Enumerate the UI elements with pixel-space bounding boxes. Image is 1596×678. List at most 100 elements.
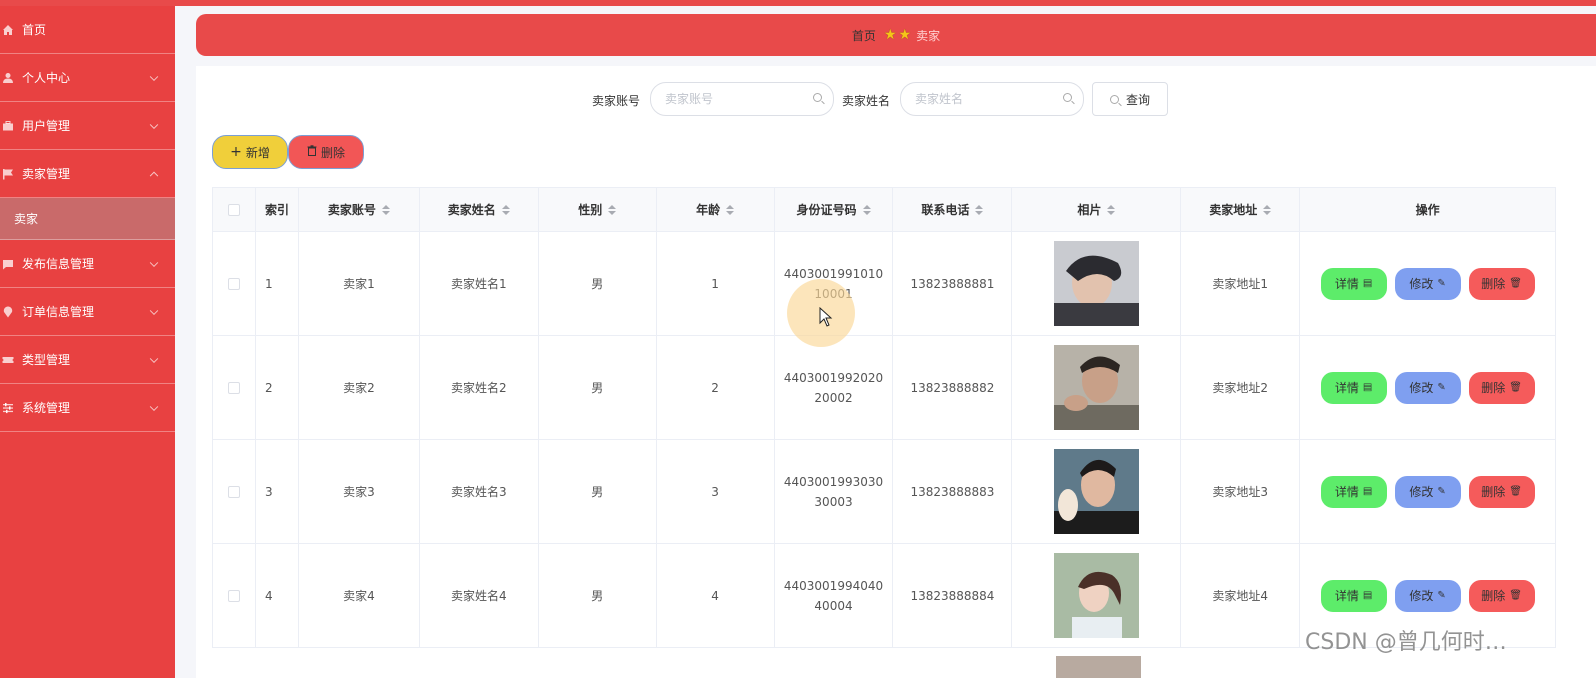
delete-button[interactable]: 删除 🗑 <box>1468 475 1535 508</box>
detail-button[interactable]: 详情 ▤ <box>1320 475 1387 508</box>
delete-button[interactable]: 删除 🗑 <box>1468 267 1535 300</box>
sort-icon[interactable] <box>501 204 510 215</box>
row-checkbox-cell <box>213 232 256 335</box>
sidebar-item-system-management[interactable]: 系统管理 <box>0 384 175 432</box>
header-address[interactable]: 卖家地址 <box>1181 188 1301 231</box>
pencil-icon: ✎ <box>1437 485 1446 497</box>
header-name[interactable]: 卖家姓名 <box>420 188 539 231</box>
detail-button[interactable]: 详情 ▤ <box>1320 579 1387 612</box>
sidebar-item-order-info-management[interactable]: 订单信息管理 <box>0 288 175 336</box>
detail-button[interactable]: 详情 ▤ <box>1320 371 1387 404</box>
cell-name: 卖家姓名2 <box>420 336 539 439</box>
sidebar-subitem-seller[interactable]: 卖家 <box>0 198 175 240</box>
header-account[interactable]: 卖家账号 <box>299 188 420 231</box>
batch-delete-button[interactable]: 删除 <box>288 135 364 169</box>
cell-id-number: 440300199202020002 <box>775 336 894 439</box>
cell-sex: 男 <box>539 440 657 543</box>
cell-address: 卖家地址2 <box>1181 336 1301 439</box>
sidebar-item-home[interactable]: 首页 <box>0 6 175 54</box>
edit-button[interactable]: 修改 ✎ <box>1394 371 1461 404</box>
sort-icon[interactable] <box>1107 204 1116 215</box>
breadcrumb-home[interactable]: 首页 <box>852 27 876 44</box>
select-all-checkbox[interactable] <box>227 203 240 216</box>
detail-button[interactable]: 详情 ▤ <box>1320 267 1387 300</box>
sort-icon[interactable] <box>608 204 617 215</box>
sidebar-item-label: 类型管理 <box>22 353 71 367</box>
cell-photo <box>1012 544 1182 647</box>
table-header-row: 索引 卖家账号 卖家姓名 性别 年龄 身份证号码 联系电话 相片 卖家地址 操作 <box>213 188 1556 232</box>
header-id-number[interactable]: 身份证号码 <box>775 188 894 231</box>
sidebar-item-label: 卖家管理 <box>22 167 71 181</box>
sort-icon[interactable] <box>862 204 871 215</box>
id-number-text: 440300199303030003 <box>783 474 884 509</box>
chevron-down-icon <box>149 258 159 267</box>
delete-button[interactable]: 删除 🗑 <box>1468 371 1535 404</box>
edit-button[interactable]: 修改 ✎ <box>1394 579 1461 612</box>
add-button[interactable]: + 新增 <box>212 135 288 169</box>
sidebar-item-publish-info-management[interactable]: 发布信息管理 <box>0 240 175 288</box>
query-button[interactable]: 查询 <box>1092 82 1168 116</box>
delete-button[interactable]: 删除 🗑 <box>1468 579 1535 612</box>
row-checkbox[interactable] <box>227 381 240 394</box>
delete-label: 删除 <box>1481 380 1506 395</box>
header-actions: 操作 <box>1300 188 1556 231</box>
header-photo[interactable]: 相片 <box>1012 188 1182 231</box>
pencil-icon: ✎ <box>1437 589 1446 601</box>
cell-phone: 13823888884 <box>893 544 1013 647</box>
sort-icon[interactable] <box>1263 204 1272 215</box>
header-index: 索引 <box>256 188 299 231</box>
sidebar-item-user-management[interactable]: 用户管理 <box>0 102 175 150</box>
id-number-text: 440300199404040004 <box>783 578 884 613</box>
row-checkbox[interactable] <box>227 277 240 290</box>
detail-label: 详情 <box>1334 380 1359 395</box>
edit-label: 修改 <box>1409 588 1434 603</box>
sort-icon[interactable] <box>975 204 984 215</box>
cell-account: 卖家2 <box>299 336 420 439</box>
edit-label: 修改 <box>1409 484 1434 499</box>
settings-icon <box>2 402 14 414</box>
chevron-down-icon <box>149 306 159 315</box>
cell-age: 1 <box>657 232 775 335</box>
cell-phone: 13823888883 <box>893 440 1013 543</box>
header-label: 联系电话 <box>921 202 970 217</box>
briefcase-icon <box>2 120 14 132</box>
header-phone[interactable]: 联系电话 <box>893 188 1013 231</box>
cell-age: 3 <box>657 440 775 543</box>
sort-icon[interactable] <box>381 204 390 215</box>
sidebar-item-label: 订单信息管理 <box>22 305 95 319</box>
seller-account-input[interactable] <box>650 82 834 116</box>
cell-actions: 详情 ▤ 修改 ✎ 删除 🗑 <box>1300 336 1556 439</box>
header-sex[interactable]: 性别 <box>539 188 657 231</box>
row-checkbox[interactable] <box>227 485 240 498</box>
header-label: 卖家姓名 <box>447 202 496 217</box>
detail-label: 详情 <box>1334 276 1359 291</box>
sidebar-item-label: 个人中心 <box>22 71 71 85</box>
edit-button[interactable]: 修改 ✎ <box>1394 267 1461 300</box>
chevron-up-icon <box>149 171 159 180</box>
watermark: CSDN @曾几何时… <box>1305 630 1507 655</box>
user-icon <box>2 72 14 84</box>
sort-icon[interactable] <box>726 204 735 215</box>
cell-name: 卖家姓名4 <box>420 544 539 647</box>
sidebar-item-seller-management[interactable]: 卖家管理 <box>0 150 175 198</box>
table-row: 1 卖家1 卖家姓名1 男 1 440300199101010001 13823… <box>213 232 1556 336</box>
sidebar-item-personal-center[interactable]: 个人中心 <box>0 54 175 102</box>
sidebar-subitem-label: 卖家 <box>14 212 39 226</box>
cell-actions: 详情 ▤ 修改 ✎ 删除 🗑 <box>1300 440 1556 543</box>
cell-photo <box>1012 336 1182 439</box>
cell-index: 3 <box>256 440 299 543</box>
seller-photo <box>1053 345 1139 430</box>
row-checkbox-cell <box>213 544 256 647</box>
row-checkbox[interactable] <box>227 589 240 602</box>
header-age[interactable]: 年龄 <box>657 188 775 231</box>
trash-icon: 🗑 <box>1509 381 1522 393</box>
trash-icon: 🗑 <box>1509 485 1522 497</box>
sidebar-item-type-management[interactable]: 类型管理 <box>0 336 175 384</box>
trash-icon: 🗑 <box>1509 589 1522 601</box>
cell-address: 卖家地址1 <box>1181 232 1301 335</box>
seller-name-input[interactable] <box>900 82 1084 116</box>
mouse-cursor-icon <box>819 307 833 327</box>
sidebar-item-label: 发布信息管理 <box>22 257 95 271</box>
header-label: 年龄 <box>696 202 721 217</box>
edit-button[interactable]: 修改 ✎ <box>1394 475 1461 508</box>
